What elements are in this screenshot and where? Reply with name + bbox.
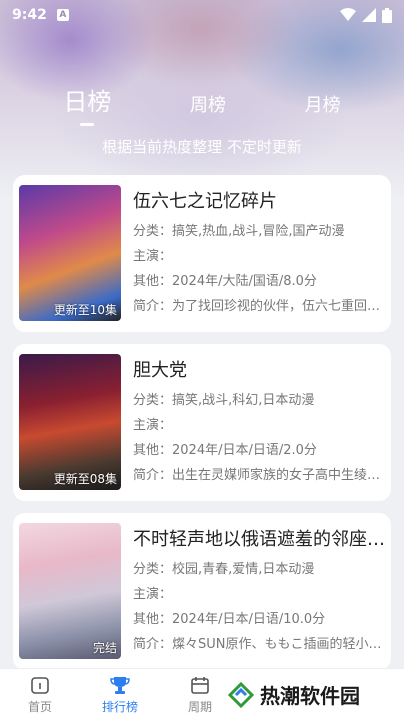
item-intro: 简介：燦々SUN原作、ももこ插画的轻小… xyxy=(133,637,382,652)
episode-badge: 更新至08集 xyxy=(53,472,117,486)
nav-home[interactable]: 首页 xyxy=(0,669,80,720)
notification-icon: A xyxy=(56,9,69,21)
item-intro: 简介：为了找回珍视的伙伴，伍六七重回… xyxy=(133,299,381,314)
poster-image: 更新至08集 xyxy=(19,354,121,490)
item-genre: 分类：搞笑,热血,战斗,冒险,国产动漫 xyxy=(133,224,345,239)
battery-icon xyxy=(382,7,392,23)
item-info: 胆大党 分类：搞笑,战斗,科幻,日本动漫 主演： 其他：2024年/日本/日语/… xyxy=(133,354,385,491)
tab-indicator xyxy=(80,123,95,126)
item-other: 其他：2024年/大陆/国语/8.0分 xyxy=(133,274,317,289)
tab-weekly-label: 周榜 xyxy=(189,95,226,116)
tab-weekly[interactable]: 周榜 xyxy=(190,91,226,126)
item-cast: 主演： xyxy=(133,587,173,602)
nav-ranking-label: 排行榜 xyxy=(101,700,138,714)
tab-daily[interactable]: 日榜 xyxy=(63,82,111,126)
ranking-subtitle: 根据当前热度整理 不定时更新 xyxy=(102,138,302,156)
poster-image: 完结 xyxy=(19,523,121,659)
item-intro: 简介：出生在灵媒师家族的女子高中生绫… xyxy=(133,468,381,483)
trophy-icon xyxy=(110,677,130,694)
item-title: 胆大党 xyxy=(133,360,187,381)
tab-monthly-label: 月榜 xyxy=(304,95,341,116)
signal-icon xyxy=(362,8,376,22)
item-info: 伍六七之记忆碎片 分类：搞笑,热血,战斗,冒险,国产动漫 主演： 其他：2024… xyxy=(133,185,385,322)
wifi-icon xyxy=(340,8,356,21)
item-other: 其他：2024年/日本/日语/10.0分 xyxy=(133,612,326,627)
item-title: 伍六七之记忆碎片 xyxy=(133,191,277,212)
status-badge: 完结 xyxy=(92,641,117,655)
tab-monthly[interactable]: 月榜 xyxy=(305,91,341,126)
watermark-text: 热潮软件园 xyxy=(260,684,360,708)
tab-daily-label: 日榜 xyxy=(63,88,112,116)
episode-badge: 更新至10集 xyxy=(53,303,117,317)
item-cast: 主演： xyxy=(133,418,173,433)
item-genre: 分类：搞笑,战斗,科幻,日本动漫 xyxy=(133,393,315,408)
list-item[interactable]: 更新至10集 伍六七之记忆碎片 分类：搞笑,热血,战斗,冒险,国产动漫 主演： … xyxy=(13,175,391,332)
nav-ranking[interactable]: 排行榜 xyxy=(80,669,160,720)
list-item[interactable]: 完结 不时轻声地以俄语遮羞的邻座… 分类：校园,青春,爱情,日本动漫 主演： 其… xyxy=(13,513,391,670)
calendar-icon xyxy=(191,677,209,694)
item-info: 不时轻声地以俄语遮羞的邻座… 分类：校园,青春,爱情,日本动漫 主演： 其他：2… xyxy=(133,523,385,660)
nav-home-label: 首页 xyxy=(27,700,52,714)
item-other: 其他：2024年/日本/日语/2.0分 xyxy=(133,443,317,458)
ranking-tabs: 日榜 周榜 月榜 xyxy=(0,82,404,126)
watermark-logo-icon xyxy=(228,681,254,708)
status-time: 9:42 xyxy=(12,7,47,23)
status-bar: 9:42 A xyxy=(0,0,404,30)
item-title: 不时轻声地以俄语遮羞的邻座… xyxy=(133,529,385,550)
watermark: 热潮软件园 xyxy=(222,678,366,711)
poster-image: 更新至10集 xyxy=(19,185,121,321)
list-item[interactable]: 更新至08集 胆大党 分类：搞笑,战斗,科幻,日本动漫 主演： 其他：2024年… xyxy=(13,344,391,501)
home-icon xyxy=(31,677,49,694)
item-cast: 主演： xyxy=(133,249,173,264)
nav-schedule-label: 周期 xyxy=(187,700,212,714)
item-genre: 分类：校园,青春,爱情,日本动漫 xyxy=(133,562,315,577)
